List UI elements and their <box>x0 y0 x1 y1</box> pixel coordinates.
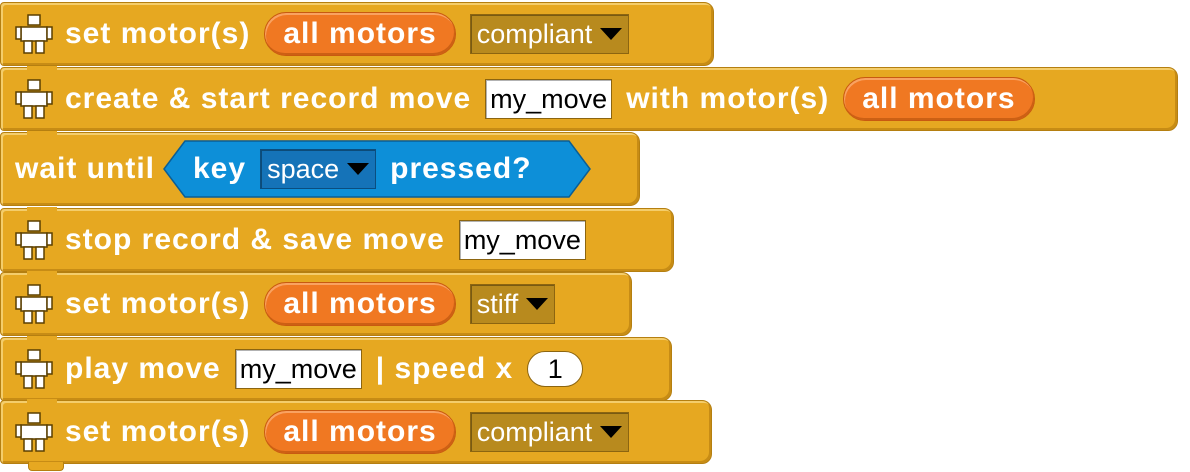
block-label: set motor(s) <box>65 415 251 448</box>
dropdown-value: space <box>267 153 340 184</box>
set-motors-block[interactable]: set motor(s) all motors compliant <box>0 399 712 464</box>
wait-until-block[interactable]: wait until key space pressed? <box>0 131 640 206</box>
dropdown-value: stiff <box>476 288 519 319</box>
block-notch <box>27 336 57 344</box>
dropdown-value: compliant <box>476 416 593 447</box>
block-label: set motor(s) <box>65 287 251 320</box>
dropdown-arrow-icon <box>600 28 623 40</box>
motor-mode-dropdown[interactable]: compliant <box>469 412 630 452</box>
all-motors-reporter[interactable]: all motors <box>264 12 456 56</box>
all-motors-reporter[interactable]: all motors <box>264 410 456 454</box>
block-label: set motor(s) <box>65 17 251 50</box>
block-label: play move <box>65 352 221 385</box>
move-name-field[interactable]: my_move <box>234 349 362 389</box>
block-notch <box>27 207 57 215</box>
speed-number-input[interactable]: 1 <box>527 351 584 387</box>
key-dropdown[interactable]: space <box>260 149 377 189</box>
all-motors-reporter[interactable]: all motors <box>843 77 1035 121</box>
all-motors-reporter[interactable]: all motors <box>264 282 456 326</box>
stop-record-save-move-block[interactable]: stop record & save move my_move <box>0 207 674 272</box>
robot-icon <box>15 349 53 389</box>
block-label: stop record & save move <box>65 223 445 256</box>
block-label: wait until <box>15 152 155 185</box>
set-motors-block[interactable]: set motor(s) all motors compliant <box>0 2 714 66</box>
block-notch <box>27 131 57 139</box>
dropdown-arrow-icon <box>347 163 370 175</box>
robot-icon <box>15 79 53 119</box>
dropdown-arrow-icon <box>600 426 623 438</box>
predicate-key-label: key <box>193 152 247 185</box>
motor-mode-dropdown[interactable]: stiff <box>469 284 556 324</box>
block-notch <box>27 66 57 74</box>
dropdown-arrow-icon <box>526 298 549 310</box>
robot-icon <box>15 412 53 452</box>
block-label: with motor(s) <box>626 82 830 115</box>
block-notch <box>27 399 57 407</box>
block-label: create & start record move <box>65 82 472 115</box>
play-move-block[interactable]: play move my_move | speed x 1 <box>0 336 672 401</box>
block-label: | speed x <box>375 352 514 385</box>
motor-mode-dropdown[interactable]: compliant <box>469 14 630 54</box>
move-name-field[interactable]: my_move <box>458 220 586 260</box>
robot-icon <box>15 220 53 260</box>
predicate-pressed-label: pressed? <box>390 152 532 185</box>
block-notch <box>27 271 57 279</box>
dropdown-value: compliant <box>476 18 593 49</box>
move-name-field[interactable]: my_move <box>485 79 613 119</box>
key-pressed-predicate[interactable]: key space pressed? <box>163 140 591 198</box>
set-motors-block[interactable]: set motor(s) all motors stiff <box>0 271 632 336</box>
create-start-record-move-block[interactable]: create & start record move my_move with … <box>0 66 1178 131</box>
block-bottom-tab <box>28 462 64 471</box>
robot-icon <box>15 14 53 54</box>
robot-icon <box>15 284 53 324</box>
